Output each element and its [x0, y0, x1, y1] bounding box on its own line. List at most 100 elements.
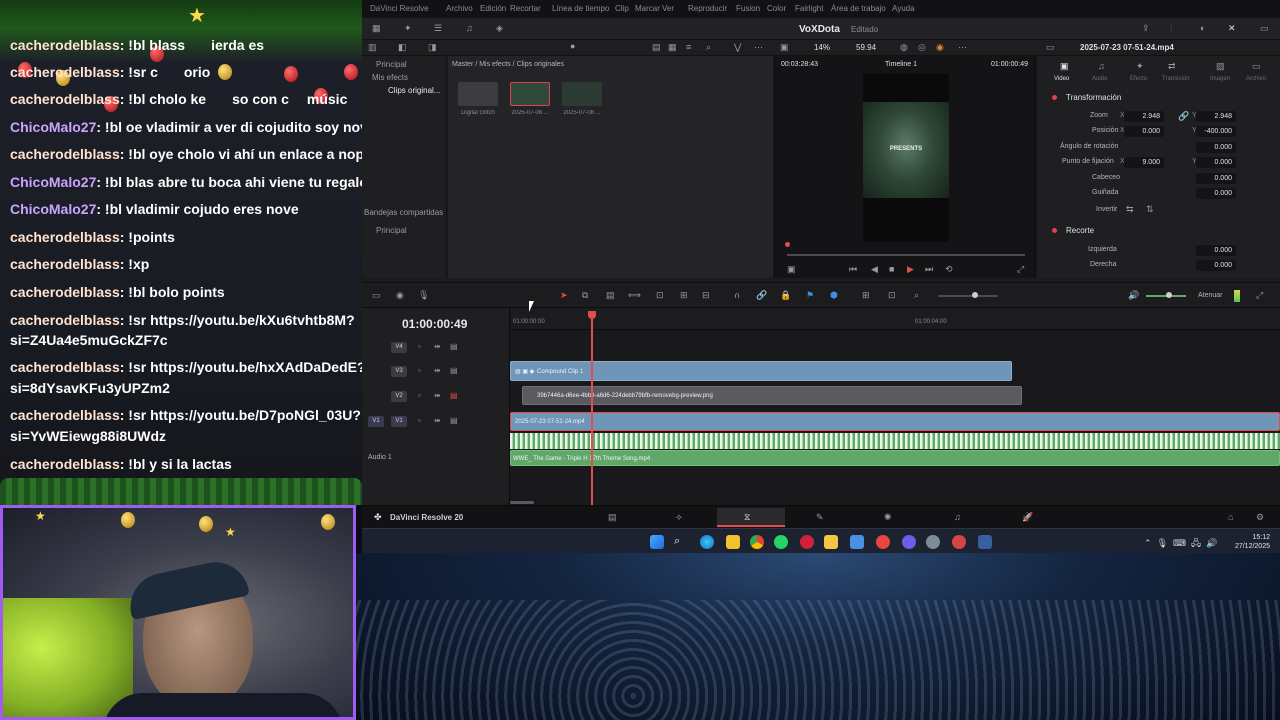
- time-ruler[interactable]: 01:00:00:00 01:00:04:00: [511, 308, 1280, 330]
- tree-item-principal[interactable]: Principal: [376, 60, 407, 69]
- settings-gear-icon[interactable]: ⚙: [1256, 513, 1264, 522]
- menu-item[interactable]: Marcar: [635, 4, 660, 13]
- media-thumb[interactable]: [458, 82, 498, 106]
- track-badge[interactable]: V3: [391, 366, 407, 377]
- enable-dot[interactable]: [1052, 228, 1057, 233]
- timeline-name[interactable]: Timeline 1: [885, 61, 917, 68]
- export-icon[interactable]: ⇪: [1142, 24, 1150, 33]
- viewer-option-icon[interactable]: ◍: [900, 43, 908, 52]
- viewer-option-icon[interactable]: ◎: [918, 43, 926, 52]
- play-icon[interactable]: ▶: [907, 265, 914, 274]
- lock-icon[interactable]: ▫: [418, 343, 421, 351]
- zoom-slider[interactable]: [938, 295, 998, 297]
- insert-clip-icon[interactable]: ⊡: [656, 291, 664, 300]
- media-page-icon[interactable]: ▤: [608, 513, 617, 522]
- bin-add-icon[interactable]: ◧: [398, 43, 407, 52]
- position-x-field[interactable]: 0.000: [1124, 126, 1164, 137]
- microphone-icon[interactable]: 🎙: [1157, 538, 1168, 548]
- inspector-tab-label[interactable]: Audio: [1092, 76, 1107, 82]
- media-thumb-selected[interactable]: [510, 82, 550, 106]
- trim-icon[interactable]: ◉: [396, 291, 404, 300]
- mixer-icon[interactable]: ⫶: [1170, 24, 1172, 33]
- sound-library-icon[interactable]: ♫: [466, 24, 473, 33]
- deliver-page-icon[interactable]: 🚀: [1022, 513, 1033, 522]
- track-badge[interactable]: V4: [391, 342, 407, 353]
- color-page-icon[interactable]: ✺: [884, 513, 892, 522]
- menu-item[interactable]: Clip: [615, 4, 629, 13]
- home-icon[interactable]: ⌂: [1228, 513, 1233, 522]
- view-grid-icon[interactable]: ▦: [668, 43, 677, 52]
- timeline-clip-v3[interactable]: Compound Clip 1 ▤ ▣ ◆: [510, 361, 1012, 381]
- store-icon[interactable]: [850, 535, 864, 549]
- inspector-icon[interactable]: ✕: [1228, 24, 1236, 33]
- track-badge[interactable]: V1: [391, 416, 407, 427]
- media-thumb[interactable]: [562, 82, 602, 106]
- volume-icon[interactable]: 🔊: [1128, 291, 1139, 300]
- color-icon[interactable]: ◉: [936, 43, 944, 52]
- overwrite-clip-icon[interactable]: ⊞: [680, 291, 688, 300]
- opera-icon[interactable]: [800, 535, 814, 549]
- thumb-size-slider[interactable]: ●: [570, 42, 575, 51]
- flip-horizontal-icon[interactable]: ⇆: [1126, 205, 1134, 214]
- metadata-icon[interactable]: ◐: [1200, 24, 1205, 33]
- whatsapp-icon[interactable]: [774, 535, 788, 549]
- image-tab-icon[interactable]: ▨: [1216, 62, 1225, 71]
- menu-item[interactable]: Fusion: [736, 4, 760, 13]
- menu-item[interactable]: Recortar: [510, 4, 541, 13]
- timeline-clip-v1[interactable]: 2025-07-23 07-51-24.mp4: [510, 412, 1280, 431]
- dim-button[interactable]: Atenuar: [1198, 292, 1223, 299]
- video-tab-icon[interactable]: ▣: [1060, 62, 1069, 71]
- source-track-badge[interactable]: V1: [368, 416, 384, 427]
- scrubber-head[interactable]: [785, 242, 790, 247]
- blade-tool-icon[interactable]: ▤: [606, 291, 615, 300]
- loop-icon[interactable]: ⟲: [945, 265, 953, 274]
- monitor-icon[interactable]: ▤: [450, 417, 458, 425]
- inspector-tab-label[interactable]: Archivo: [1246, 76, 1266, 82]
- layout-icon[interactable]: ▭: [372, 291, 381, 300]
- sticky-notes-icon[interactable]: [726, 535, 740, 549]
- inspector-tab-label[interactable]: Imagen: [1210, 76, 1230, 82]
- monitor-icon[interactable]: ▤: [450, 392, 458, 400]
- link-clips-icon[interactable]: 🔗: [756, 291, 767, 300]
- track-badge[interactable]: V2: [391, 391, 407, 402]
- lock-icon[interactable]: ▫: [418, 392, 421, 400]
- playhead-handle[interactable]: [588, 311, 596, 319]
- link-clips-icon[interactable]: ⇹: [434, 367, 441, 375]
- full-extent-zoom-icon[interactable]: ⊞: [862, 291, 870, 300]
- detail-zoom-icon[interactable]: ⊡: [888, 291, 896, 300]
- app-icon[interactable]: [926, 535, 940, 549]
- effects-icon[interactable]: ✦: [404, 24, 412, 33]
- position-y-field[interactable]: -400.000: [1196, 126, 1236, 137]
- search-icon[interactable]: ⌕: [706, 43, 711, 52]
- windows-start-icon[interactable]: [650, 535, 664, 549]
- crop-right-field[interactable]: 0.000: [1196, 260, 1236, 271]
- link-icon[interactable]: 🔗: [1178, 112, 1189, 121]
- timeline-clip-v2[interactable]: 39b7446a-d6ee-4bb8-a6d6-224debb79bfb-rem…: [522, 386, 1022, 405]
- stop-icon[interactable]: ■: [889, 265, 894, 274]
- position-lock-icon[interactable]: 🔒: [780, 291, 791, 300]
- section-crop[interactable]: Recorte: [1066, 226, 1094, 235]
- network-icon[interactable]: 🖧: [1191, 538, 1201, 548]
- menu-item[interactable]: DaVinci Resolve: [370, 4, 429, 13]
- expand-icon[interactable]: ⤢: [1256, 291, 1263, 300]
- marker-icon[interactable]: ⬢: [830, 291, 838, 300]
- selection-tool-icon[interactable]: ➤: [560, 291, 568, 300]
- timeline-clip-a1[interactable]: WWE_ The Game - Triple H 17th Theme Song…: [510, 450, 1280, 466]
- play-reverse-icon[interactable]: ◀: [871, 265, 878, 274]
- playhead[interactable]: [591, 312, 593, 505]
- menu-item[interactable]: Área de trabajo: [831, 4, 886, 13]
- menu-item[interactable]: Ver: [662, 4, 674, 13]
- viewer-menu-icon[interactable]: ⋯: [958, 43, 967, 52]
- more-icon[interactable]: ⋯: [754, 43, 763, 52]
- chrome-icon[interactable]: [750, 535, 764, 549]
- inspector-toggle-icon[interactable]: ▭: [1260, 24, 1269, 33]
- pitch-field[interactable]: 0.000: [1196, 173, 1236, 184]
- go-end-icon[interactable]: ⏭: [925, 265, 933, 274]
- inspector-tab-label[interactable]: Video: [1054, 76, 1069, 82]
- menu-item[interactable]: Edición: [480, 4, 506, 13]
- custom-zoom-icon[interactable]: ⌕: [914, 291, 919, 300]
- tree-item-shared-principal[interactable]: Principal: [376, 226, 407, 235]
- viewer-size-icon[interactable]: ▣: [780, 43, 789, 52]
- viewer-mode-icon[interactable]: ▣: [787, 265, 796, 274]
- rotation-field[interactable]: 0.000: [1196, 142, 1236, 153]
